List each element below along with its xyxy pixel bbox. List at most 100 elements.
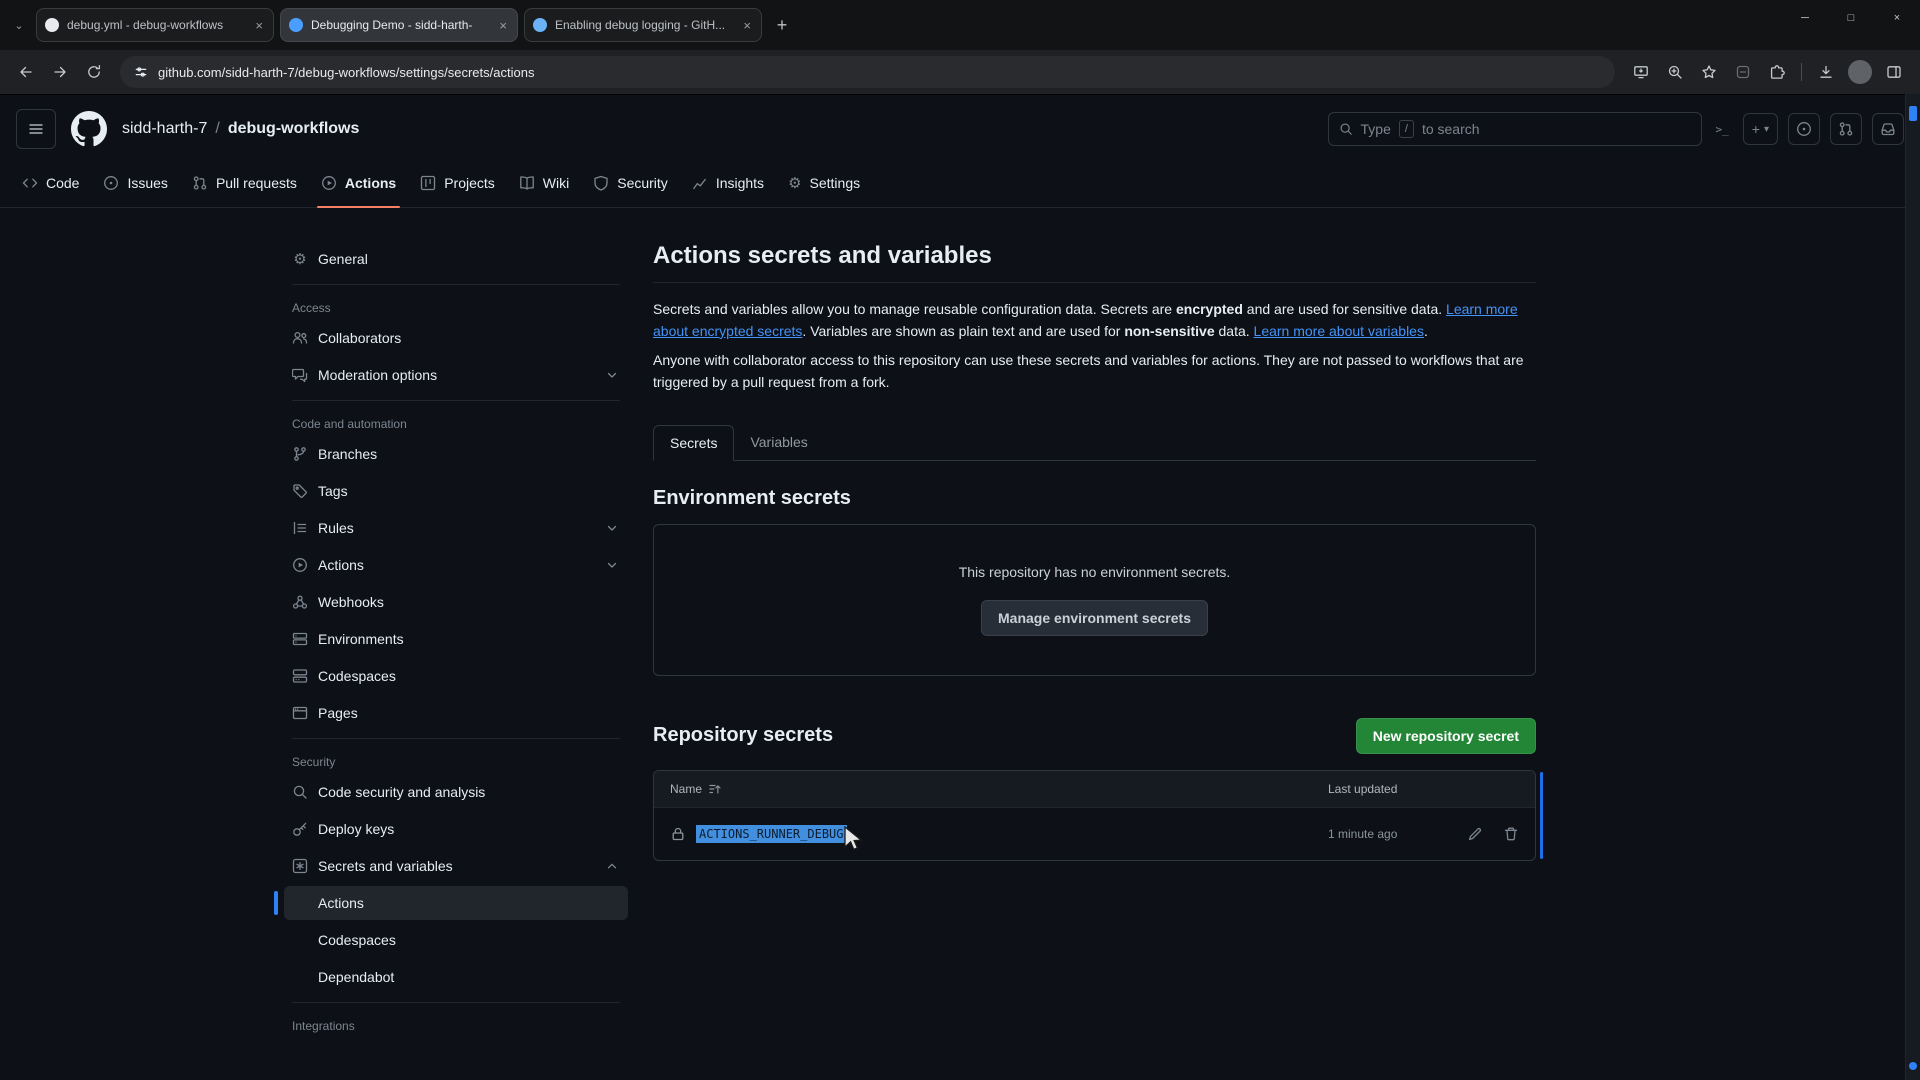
back-button[interactable]: [10, 56, 42, 88]
secret-name[interactable]: ACTIONS_RUNNER_DEBUG: [696, 825, 847, 843]
tab-secrets[interactable]: Secrets: [653, 425, 734, 461]
sidebar-item-label: Collaborators: [318, 330, 401, 346]
book-icon: [519, 175, 535, 191]
breadcrumb-owner[interactable]: sidd-harth-7: [122, 120, 207, 138]
sidebar-item-label: Actions: [318, 895, 364, 911]
issues-dashboard-button[interactable]: [1788, 113, 1820, 145]
global-menu-button[interactable]: [16, 109, 56, 149]
sidebar-item-deploy-keys[interactable]: Deploy keys: [284, 812, 628, 846]
git-pull-request-icon: [1838, 121, 1854, 137]
rules-icon: [292, 520, 308, 536]
browser-tab-2-active[interactable]: Debugging Demo - sidd-harth- ×: [280, 8, 518, 42]
sidebar-item-environments[interactable]: Environments: [284, 622, 628, 656]
scrollbar-marker-top: [1909, 106, 1917, 121]
extensions-button[interactable]: [1761, 56, 1793, 88]
intro-text: data.: [1215, 323, 1254, 339]
sidebar-item-label: Environments: [318, 631, 404, 647]
repo-tab-code[interactable]: Code: [12, 159, 89, 207]
browser-tab-1[interactable]: debug.yml - debug-workflows ×: [36, 8, 274, 42]
sidebar-item-codespaces[interactable]: Codespaces: [284, 659, 628, 693]
sidebar-subitem-codespaces[interactable]: Codespaces: [284, 923, 628, 957]
sidebar-item-label: Webhooks: [318, 594, 384, 610]
issue-opened-icon: [1796, 121, 1812, 137]
sidebar-subitem-dependabot[interactable]: Dependabot: [284, 960, 628, 994]
graph-icon: [692, 175, 708, 191]
repo-tab-actions[interactable]: Actions: [311, 159, 406, 207]
repo-tab-settings[interactable]: ⚙ Settings: [778, 159, 870, 207]
sidebar-item-label: Deploy keys: [318, 821, 394, 837]
repo-tab-security[interactable]: Security: [583, 159, 678, 207]
profile-avatar[interactable]: [1848, 60, 1872, 84]
command-palette-button[interactable]: >_: [1712, 119, 1733, 140]
bookmark-button[interactable]: [1693, 56, 1725, 88]
repo-tab-label: Settings: [810, 175, 861, 191]
sidebar-item-moderation-options[interactable]: Moderation options: [284, 358, 628, 392]
minimize-button[interactable]: ─: [1782, 0, 1828, 36]
maximize-button[interactable]: □: [1828, 0, 1874, 36]
sidebar-item-label: Codespaces: [318, 932, 396, 948]
close-icon[interactable]: ×: [253, 17, 265, 34]
address-bar[interactable]: github.com/sidd-harth-7/debug-workflows/…: [120, 56, 1615, 88]
page-scrollbar[interactable]: [1905, 94, 1920, 1080]
secrets-variables-tabnav: Secrets Variables: [653, 424, 1536, 461]
downloads-button[interactable]: [1810, 56, 1842, 88]
side-panel-button[interactable]: [1878, 56, 1910, 88]
repo-tab-insights[interactable]: Insights: [682, 159, 774, 207]
repo-tab-issues[interactable]: Issues: [93, 159, 177, 207]
people-icon: [292, 330, 308, 346]
slash-keycap: /: [1399, 120, 1414, 138]
caret-down-icon: ▾: [1764, 124, 1769, 135]
tab-variables[interactable]: Variables: [734, 425, 823, 461]
new-repository-secret-button[interactable]: New repository secret: [1356, 718, 1536, 754]
column-name[interactable]: Name: [670, 782, 702, 796]
close-icon[interactable]: ×: [741, 17, 753, 34]
page-title: Actions secrets and variables: [653, 242, 1536, 270]
browser-status-button[interactable]: [1727, 56, 1759, 88]
create-new-button[interactable]: + ▾: [1743, 113, 1778, 145]
reload-button[interactable]: [78, 56, 110, 88]
maximize-icon: □: [1848, 12, 1855, 24]
sidebar-item-label: General: [318, 251, 368, 267]
learn-more-variables-link[interactable]: Learn more about variables: [1254, 323, 1424, 339]
zoom-button[interactable]: [1659, 56, 1691, 88]
manage-environment-secrets-button[interactable]: Manage environment secrets: [981, 600, 1208, 636]
star-icon: [1701, 64, 1717, 80]
tag-icon: [292, 483, 308, 499]
repo-tab-pull-requests[interactable]: Pull requests: [182, 159, 307, 207]
sidebar-item-code-security[interactable]: Code security and analysis: [284, 775, 628, 809]
sidebar-item-pages[interactable]: Pages: [284, 696, 628, 730]
sidebar-item-general[interactable]: ⚙ General: [284, 242, 628, 276]
new-tab-button[interactable]: +: [768, 11, 796, 39]
tab-search-button[interactable]: ⌄: [8, 14, 30, 36]
close-window-button[interactable]: ×: [1874, 0, 1920, 36]
sidebar-item-webhooks[interactable]: Webhooks: [284, 585, 628, 619]
breadcrumb-repo[interactable]: debug-workflows: [228, 120, 360, 138]
repo-tab-wiki[interactable]: Wiki: [509, 159, 579, 207]
sidebar-item-secrets-and-variables[interactable]: Secrets and variables: [284, 849, 628, 883]
side-panel-icon: [1886, 64, 1902, 80]
browser-tab-3[interactable]: Enabling debug logging - GitH... ×: [524, 8, 762, 42]
github-logo[interactable]: [70, 110, 108, 148]
sidebar-item-branches[interactable]: Branches: [284, 437, 628, 471]
edit-pencil-icon[interactable]: [1467, 826, 1483, 842]
sidebar-item-rules[interactable]: Rules: [284, 511, 628, 545]
repo-tab-projects[interactable]: Projects: [410, 159, 505, 207]
pull-requests-dashboard-button[interactable]: [1830, 113, 1862, 145]
sidebar-item-tags[interactable]: Tags: [284, 474, 628, 508]
repo-tab-label: Issues: [127, 175, 167, 191]
sort-ascending-icon: [708, 782, 722, 796]
secret-row: ACTIONS_RUNNER_DEBUG 1 minute ago: [654, 807, 1535, 860]
chevron-down-icon: [604, 557, 620, 573]
sidebar-subitem-actions[interactable]: Actions: [284, 886, 628, 920]
forward-button[interactable]: [44, 56, 76, 88]
breadcrumb: sidd-harth-7 / debug-workflows: [122, 120, 359, 138]
delete-trash-icon[interactable]: [1503, 826, 1519, 842]
intro-text: . Variables are shown as plain text and …: [802, 323, 1124, 339]
sidebar-item-collaborators[interactable]: Collaborators: [284, 321, 628, 355]
inbox-button[interactable]: [1872, 113, 1904, 145]
back-icon: [18, 64, 34, 80]
install-app-button[interactable]: [1625, 56, 1657, 88]
sidebar-item-actions[interactable]: Actions: [284, 548, 628, 582]
search-input[interactable]: Type / to search: [1328, 112, 1702, 146]
close-icon[interactable]: ×: [497, 17, 509, 34]
